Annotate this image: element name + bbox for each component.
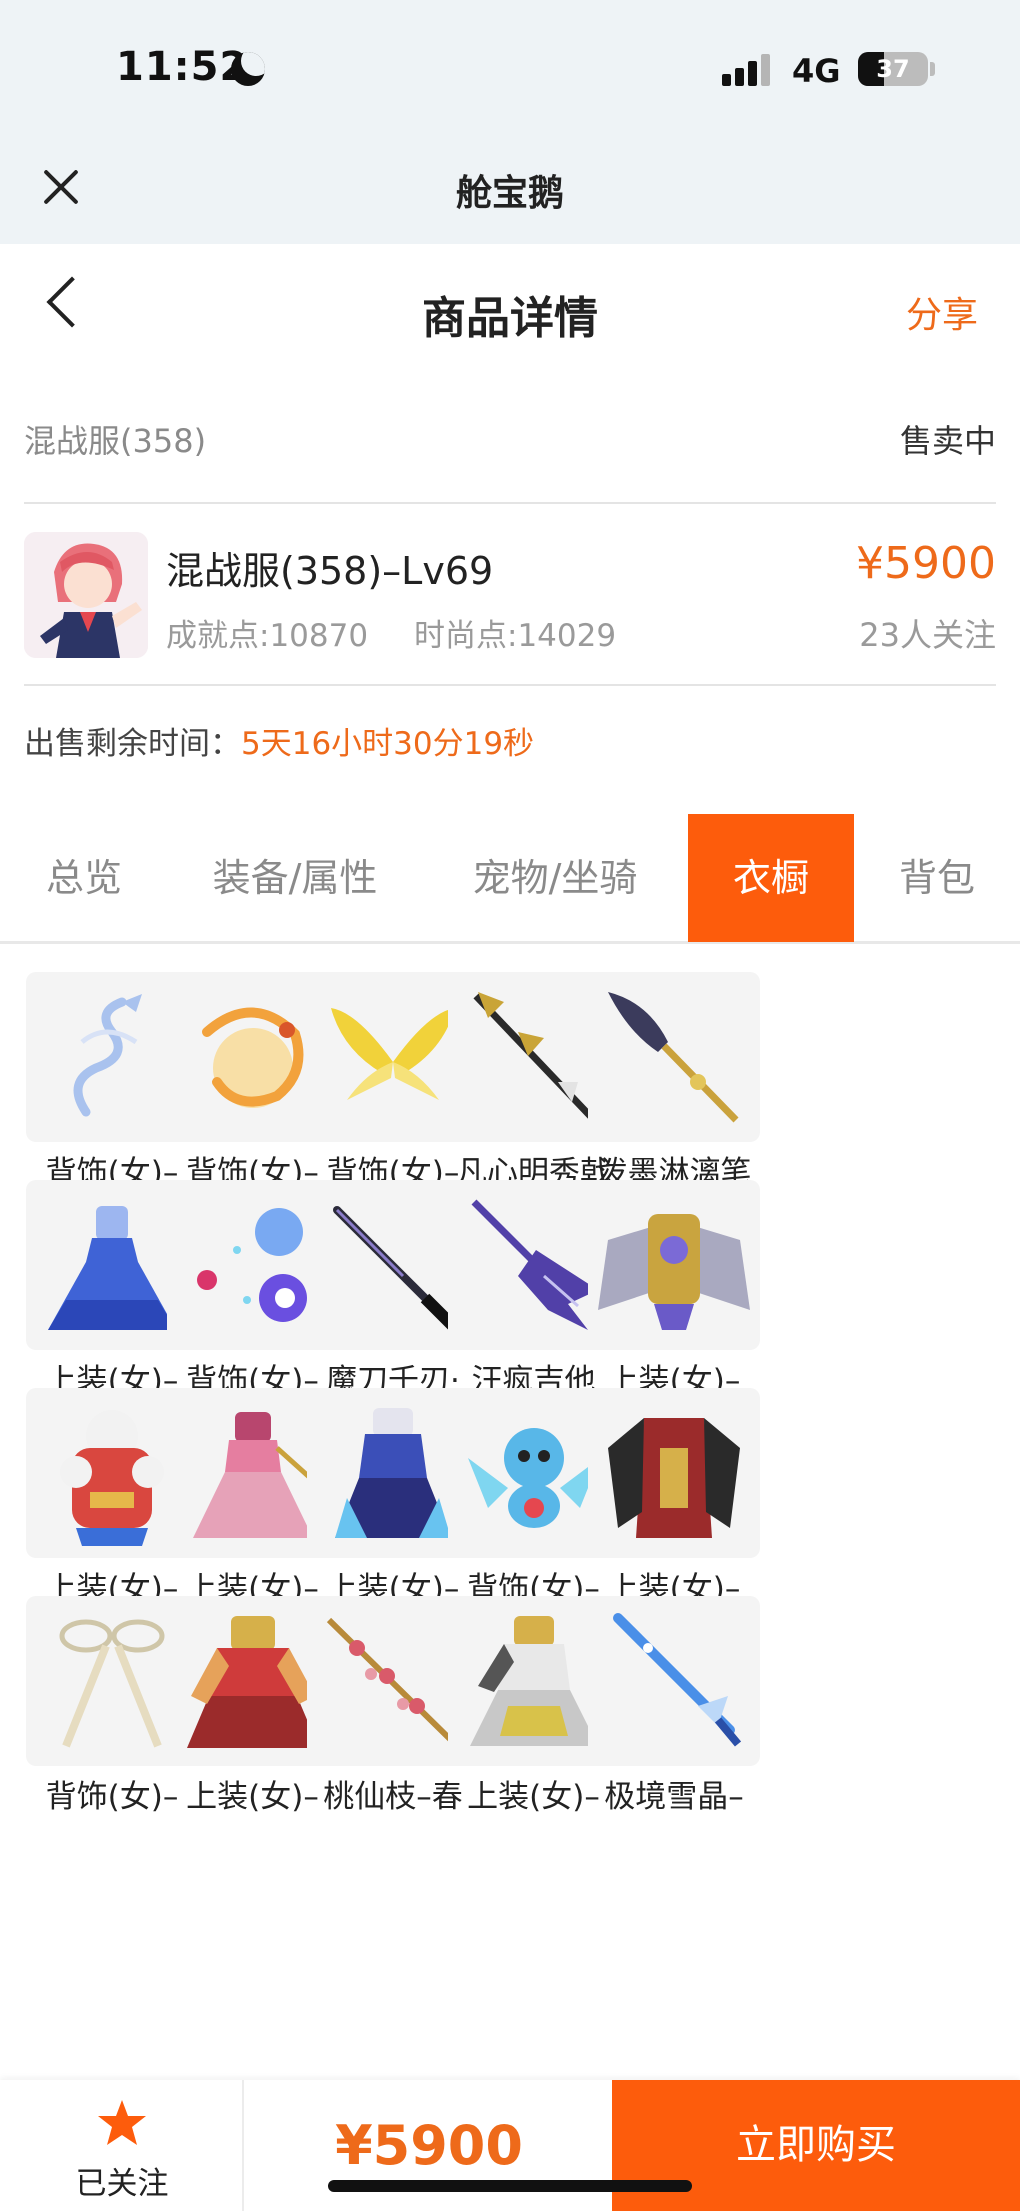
follow-label: 已关注	[75, 2166, 169, 2202]
product-name: 混战服(358)–Lv69	[166, 549, 494, 593]
signal-icon	[722, 54, 772, 86]
achievement-points: 成就点:10870	[166, 618, 369, 654]
product-price: ¥5900	[856, 538, 996, 589]
server-name: 混战服(358)	[24, 422, 207, 460]
wardrobe-grid: 背饰(女)–龙吟九霄背饰(女)–游龙惊鸿背饰(女)–圣甲金翼凡心明秀戟泼墨淋漓笔…	[26, 972, 996, 2082]
tab-bar: 总览 装备/属性 宠物/坐骑 衣橱 背包	[0, 814, 1020, 944]
wardrobe-item-label: 极境雪晶–	[574, 1774, 774, 1821]
character-avatar	[24, 532, 148, 658]
sale-status: 售卖中	[899, 422, 996, 460]
nav-bar: 商品详情 分享	[0, 244, 1020, 374]
red-robe-icon	[608, 1418, 740, 1538]
moon-icon	[231, 52, 265, 86]
ink-brush-icon	[608, 992, 739, 1123]
tab-overview[interactable]: 总览	[0, 814, 168, 942]
status-time: 11:52	[116, 44, 249, 90]
winged-armor-icon	[598, 1214, 750, 1330]
follower-count: 23人关注	[859, 616, 996, 654]
divider	[24, 502, 996, 504]
tab-backpack[interactable]: 背包	[854, 814, 1020, 942]
tab-equipment[interactable]: 装备/属性	[168, 814, 422, 942]
status-bar: 11:52 4G 37	[0, 0, 1020, 140]
tab-pets[interactable]: 宠物/坐骑	[422, 814, 688, 942]
wardrobe-item[interactable]: 极境雪晶–	[588, 1596, 760, 1888]
battery-percent: 37	[876, 55, 910, 83]
miniapp-bar: 舱宝鹅	[0, 140, 1020, 244]
star-icon	[98, 2100, 146, 2145]
battery-icon: 37	[858, 52, 928, 86]
wardrobe-item-thumbnail	[588, 1596, 760, 1766]
fashion-points: 时尚点:14029	[414, 618, 617, 654]
miniapp-title: 舱宝鹅	[455, 173, 564, 214]
wardrobe-item-thumbnail	[588, 1388, 760, 1558]
follow-button[interactable]: 已关注	[0, 2080, 244, 2211]
product-card: 混战服(358)–Lv69 成就点:10870 时尚点:14029 ¥5900 …	[24, 530, 996, 666]
countdown-row: 出售剩余时间：5天16小时30分19秒	[24, 718, 534, 763]
ice-sword-icon	[613, 1613, 742, 1747]
divider	[24, 684, 996, 686]
share-button[interactable]: 分享	[906, 286, 978, 338]
wardrobe-item-type: 极境雪晶–	[604, 1779, 744, 1815]
countdown-label: 出售剩余时间：	[24, 726, 241, 762]
battery-cap	[930, 62, 935, 76]
countdown-value: 5天16小时30分19秒	[241, 726, 535, 762]
wardrobe-item-thumbnail	[588, 972, 760, 1142]
page-title: 商品详情	[422, 293, 598, 344]
network-label: 4G	[792, 52, 841, 90]
wardrobe-item-thumbnail	[588, 1180, 760, 1350]
server-row: 混战服(358) 售卖中	[24, 416, 996, 466]
tab-wardrobe[interactable]: 衣橱	[688, 814, 854, 942]
home-indicator	[328, 2180, 692, 2192]
